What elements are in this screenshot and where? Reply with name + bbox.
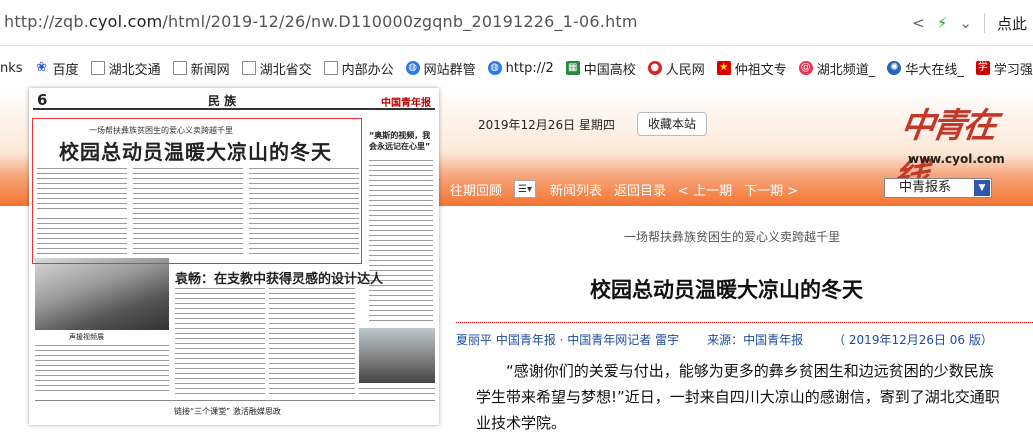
text-block [35, 343, 169, 395]
globe-icon: ◍ [487, 61, 502, 75]
text-block [175, 286, 265, 396]
thumbnail-second-headline: 袁畅：在支教中获得灵感的设计达人 [175, 272, 384, 287]
thumbnail-photo [35, 258, 169, 330]
bookmark-item[interactable]: ◍ 网站群管 [405, 59, 476, 78]
bookmarks-bar: nks ❀ 百度 湖北交通 新闻网 湖北省交 内部办公 ◍ 网站群管 ◍ http:/… [0, 56, 1033, 80]
newspaper-page-thumbnail[interactable]: 6 民 族 中国青年报 一场帮扶彝族贫困生的爱心义卖跨越千里 校园总动员温暖大凉… [29, 88, 439, 425]
archive-link[interactable]: 往期回顾 [450, 180, 502, 199]
bookmark-item[interactable]: ● 人民网 [647, 59, 705, 78]
baidu-paw-icon: ❀ [36, 60, 47, 75]
article-paragraph: “感谢你们的关爱与付出，能够为更多的彝乡贫困生和边远贫困的少数民族学生带来希望与… [476, 362, 1000, 432]
bookmark-item[interactable]: 湖北省交 [241, 59, 312, 78]
masthead: 中国青年报 [381, 98, 431, 109]
article-highlight-box[interactable] [32, 118, 362, 264]
article-date-edition: （ 2019年12月26日 06 版） [833, 333, 993, 347]
page-icon [90, 61, 105, 75]
bookmark-item[interactable]: ▦ 中国高校 [565, 59, 636, 78]
bookmark-item[interactable]: 新闻网 [172, 59, 230, 78]
url-text[interactable]: http://zqb.cyol.com/html/2019-12/26/nw.D… [4, 12, 638, 31]
news-list-link[interactable]: 新闻列表 [550, 180, 602, 199]
thumbnail-box-title: 链接“三个课堂” 激活融媒思政 [174, 407, 281, 416]
bookmark-item[interactable]: ◍ http://2 [487, 61, 554, 76]
gear-icon: ✺ [887, 61, 902, 75]
bookmark-item[interactable]: nks [0, 61, 23, 76]
article-source: 来源：中国青年报 [707, 333, 804, 347]
paper-select[interactable]: 中青报系 ▼ [884, 178, 992, 198]
article-subtitle: 一场帮扶彝族贫困生的爱心义卖跨越千里 [624, 230, 841, 244]
chevron-down-icon[interactable]: ▼ [974, 180, 990, 196]
text-block [359, 386, 435, 398]
thumbnail-header: 6 民 族 中国青年报 [33, 91, 435, 110]
next-issue-link[interactable]: 下一期 > [744, 180, 798, 199]
list-view-icon[interactable]: ☰▾ [514, 180, 537, 198]
divider [983, 13, 985, 33]
article-meta: 夏丽平 中国青年报 · 中国青年网记者 雷宇 来源：中国青年报 （ 2019年1… [456, 322, 1033, 350]
red-circle-icon: ● [647, 61, 662, 75]
issue-date: 2019年12月26日 星期四 [478, 118, 615, 132]
article-title: 校园总动员温暖大凉山的冬天 [590, 278, 863, 302]
lightning-icon[interactable]: ⚡ [937, 14, 948, 32]
right-text[interactable]: 点此 [997, 13, 1027, 34]
back-to-toc-link[interactable]: 返回目录 [614, 180, 666, 199]
bookmark-item[interactable]: 学学习强国 [975, 59, 1033, 78]
page-content: 6 民 族 中国青年报 一场帮扶彝族贫困生的爱心义卖跨越千里 校园总动员温暖大凉… [0, 86, 1033, 432]
page-number: 6 [37, 91, 48, 109]
bookmark-item[interactable]: ★ 仲祖文专 [716, 59, 787, 78]
thumbnail-photo-caption: 声援视频展 [69, 333, 104, 341]
article-body: “感谢你们的关爱与付出，能够为更多的彝乡贫困生和边远贫困的少数民族学生带来希望与… [476, 358, 1006, 436]
chevron-down-icon[interactable]: ⌄ [959, 14, 972, 32]
section-name: 民 族 [208, 94, 237, 108]
article-authors: 夏丽平 中国青年报 · 中国青年网记者 雷宇 [456, 333, 680, 347]
bookmark-item[interactable]: 内部办公 [323, 59, 394, 78]
thumbnail-photo [359, 328, 435, 383]
red-square-icon: 学 [975, 61, 990, 75]
address-bar-icons: < ⚡ ⌄ 点此 [906, 12, 1033, 34]
address-bar[interactable]: http://zqb.cyol.com/html/2019-12/26/nw.D… [0, 0, 1033, 46]
green-square-icon: ▦ [565, 61, 580, 75]
site-logo[interactable]: 中青在线 www.cyol.com [891, 98, 1005, 195]
bookmark-item[interactable]: 湖北交通 [90, 59, 161, 78]
globe-icon: ◍ [405, 61, 420, 75]
favorite-button[interactable]: 收藏本站 [637, 112, 707, 136]
text-block [269, 286, 355, 396]
paper-select-value: 中青报系 [899, 180, 952, 195]
bookmark-item[interactable]: ✺ 华大在线_ [887, 59, 964, 78]
prev-issue-link[interactable]: < 上一期 [678, 180, 732, 199]
text-block [369, 158, 433, 323]
url-path: /html/2019-12/26/nw.D110000zgqnb_2019122… [162, 12, 638, 31]
url-prefix: http://zqb. [4, 12, 90, 31]
page-icon [172, 61, 187, 75]
page-icon [323, 61, 338, 75]
swirl-icon: @ [798, 61, 813, 75]
party-flag-icon: ★ [716, 61, 731, 75]
page-icon [241, 61, 256, 75]
url-host: cyol.com [89, 12, 163, 31]
bookmark-item[interactable]: @ 湖北频道_ [798, 59, 875, 78]
bookmark-item[interactable]: ❀ 百度 [35, 59, 78, 78]
logo-url: www.cyol.com [908, 152, 1005, 166]
share-icon[interactable]: < [912, 14, 925, 32]
thumbnail-side-quote: “奥斯的视频，我会永远记在心里” [369, 131, 431, 151]
